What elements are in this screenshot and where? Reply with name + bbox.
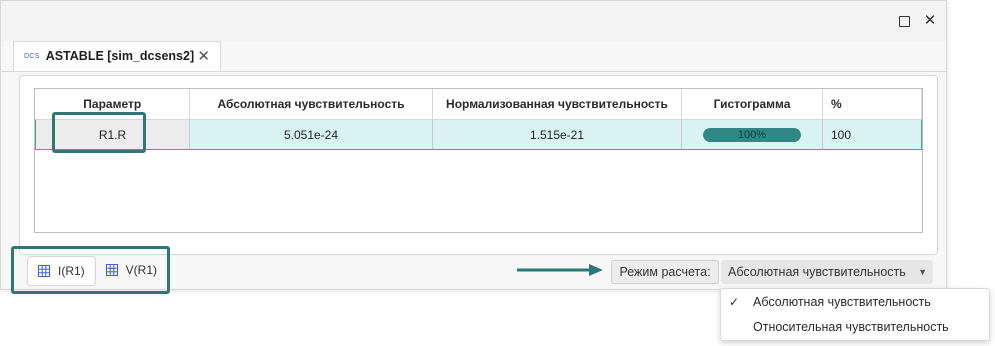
column-header-absolute[interactable]: Абсолютная чувствительность xyxy=(189,89,433,120)
dcs-icon: DCS xyxy=(24,52,40,60)
dropdown-option-absolute[interactable]: ✓ Абсолютная чувствительность xyxy=(721,290,989,314)
calculation-mode-select[interactable]: Абсолютная чувствительность ▼ xyxy=(721,260,933,284)
highlight-box-tabs xyxy=(11,246,170,294)
cell-percent[interactable]: 100 xyxy=(822,119,922,150)
column-header-histogram[interactable]: Гистограмма xyxy=(681,89,823,120)
column-header-percent[interactable]: % xyxy=(822,89,922,120)
tab-close-icon[interactable]: ✕ xyxy=(197,47,210,65)
cell-absolute[interactable]: 5.051e-24 xyxy=(189,119,433,150)
checkmark-icon: ✓ xyxy=(729,295,740,309)
column-header-normalized[interactable]: Нормализованная чувствительность xyxy=(432,89,682,120)
highlight-box-parameter xyxy=(52,112,146,153)
document-tab-title: ASTABLE [sim_dcsens2] xyxy=(45,49,195,63)
sensitivity-table: Параметр Абсолютная чувствительность Нор… xyxy=(34,88,923,233)
document-tab[interactable]: DCS ASTABLE [sim_dcsens2] ✕ xyxy=(13,41,221,71)
title-bar: ✕ xyxy=(1,1,946,41)
histogram-bar-label: 100% xyxy=(737,128,767,141)
table-row[interactable]: R1.R 5.051e-24 1.515e-21 100% 100 xyxy=(35,119,922,150)
table-header-row: Параметр Абсолютная чувствительность Нор… xyxy=(35,89,922,120)
dropdown-option-relative[interactable]: Относительная чувствительность xyxy=(721,315,989,339)
content-panel: Параметр Абсолютная чувствительность Нор… xyxy=(19,75,938,255)
maximize-icon[interactable] xyxy=(897,14,911,28)
calculation-mode-dropdown: ✓ Абсолютная чувствительность Относитель… xyxy=(720,288,990,341)
arrow-annotation xyxy=(517,264,603,276)
cell-histogram[interactable]: 100% xyxy=(681,119,823,150)
histogram-bar: 100% xyxy=(703,127,801,142)
close-icon[interactable]: ✕ xyxy=(923,13,937,28)
cell-normalized[interactable]: 1.515e-21 xyxy=(432,119,682,150)
calculation-mode-label: Режим расчета: xyxy=(611,260,719,284)
chevron-down-icon: ▼ xyxy=(918,267,927,277)
calculation-mode-value: Абсолютная чувствительность xyxy=(728,265,906,279)
document-tab-strip: DCS ASTABLE [sim_dcsens2] ✕ xyxy=(1,41,946,72)
